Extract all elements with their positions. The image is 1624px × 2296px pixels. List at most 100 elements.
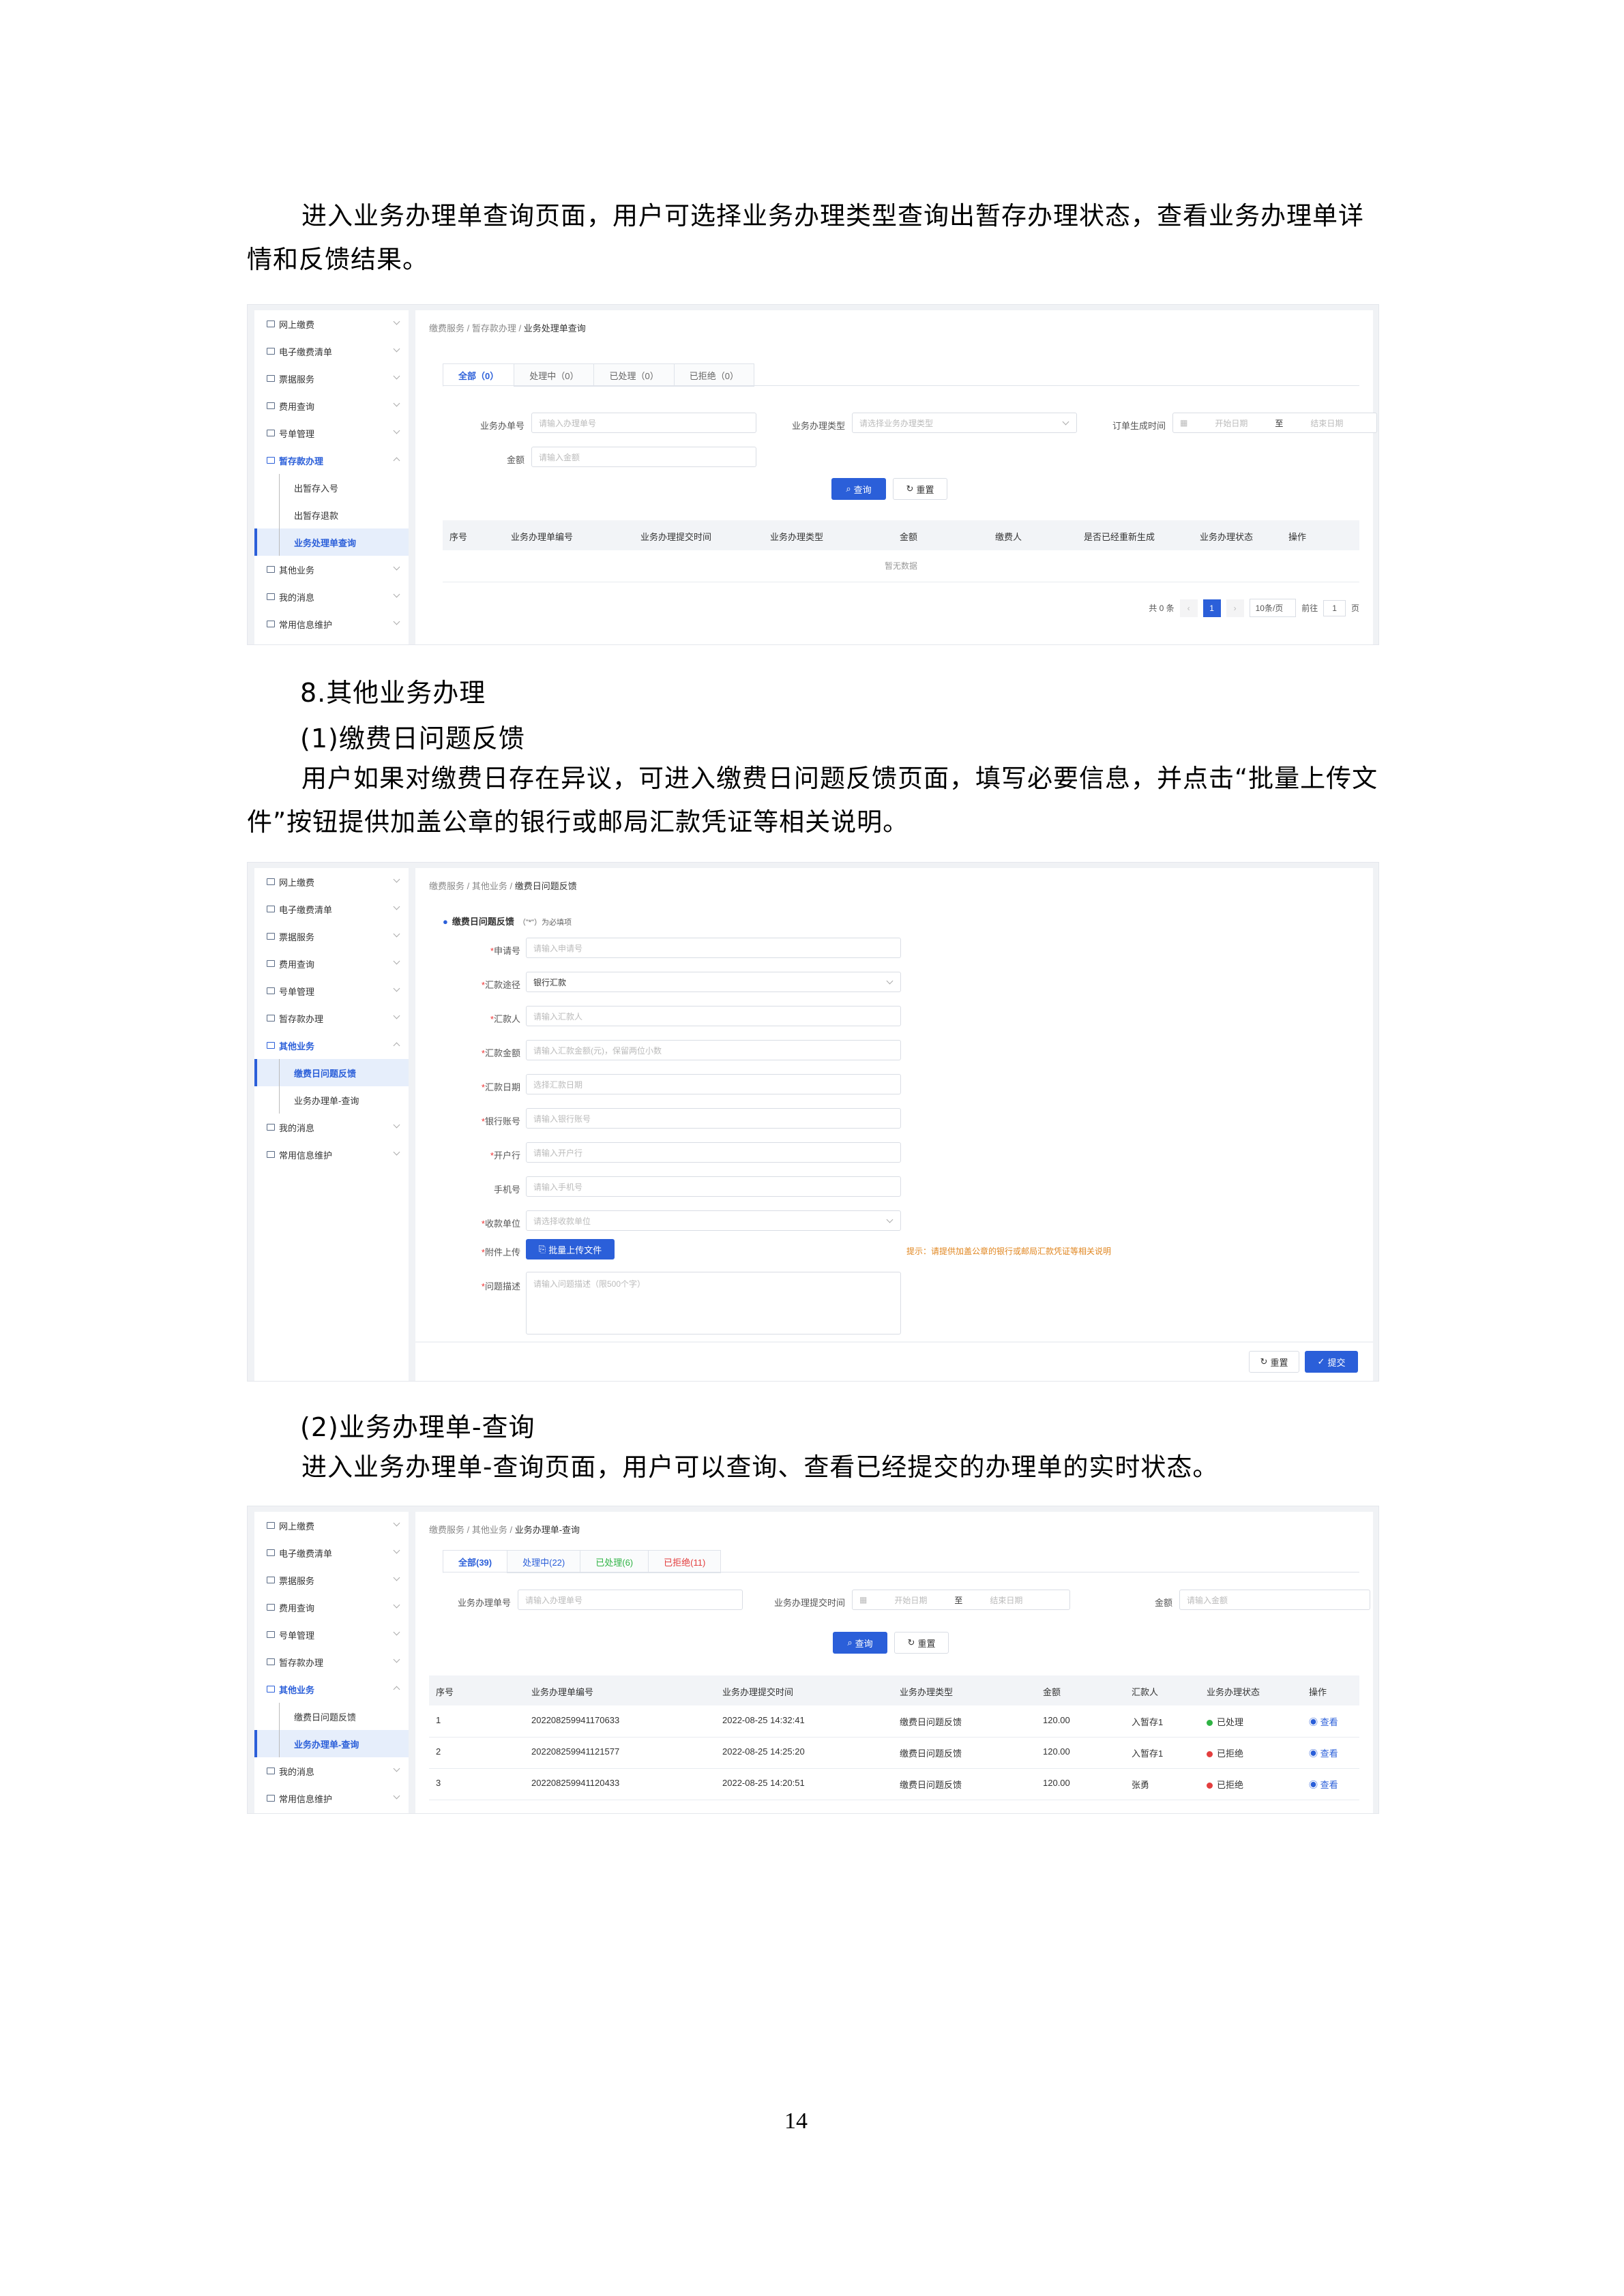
- status-tabs: 全部（0） 处理中（0） 已处理（0） 已拒绝（0）: [443, 363, 754, 387]
- view-link[interactable]: ◉ 查看: [1309, 1746, 1338, 1759]
- page-size-select[interactable]: 10条/页: [1249, 599, 1297, 617]
- amount-label: 金额: [1154, 1598, 1172, 1608]
- reset-button[interactable]: ↻ 重置: [893, 478, 947, 500]
- sidebar-item-account-mgmt[interactable]: 号单管理: [254, 419, 409, 447]
- submit-button[interactable]: ✓ 提交: [1305, 1351, 1358, 1373]
- chevron-down-icon: [393, 618, 400, 625]
- form-input[interactable]: 请输入汇款人: [526, 1006, 901, 1026]
- sidebar-item-common-info[interactable]: 常用信息维护: [254, 610, 409, 638]
- sidebar-item-fee-query[interactable]: 费用查询: [254, 392, 409, 419]
- order-no-input[interactable]: 请输入办理单号: [531, 413, 756, 433]
- table-cell: 1: [436, 1715, 441, 1725]
- chevron-down-icon: [393, 1574, 400, 1581]
- sidebar-item-e-bill[interactable]: 电子缴费清单: [254, 1539, 409, 1566]
- tab-rejected[interactable]: 已拒绝（0）: [673, 363, 754, 387]
- form-input[interactable]: 请输入手机号: [526, 1176, 901, 1197]
- query-button[interactable]: ⌕ 查询: [833, 1632, 887, 1654]
- sidebar-item-my-msg[interactable]: 我的消息: [254, 1114, 409, 1141]
- table-cell: 120.00: [1043, 1715, 1070, 1725]
- tab-processed[interactable]: 已处理（0）: [593, 363, 674, 387]
- sidebar-item-invoice[interactable]: 票据服务: [254, 923, 409, 950]
- sidebar-sub-item[interactable]: 缴费日问题反馈: [254, 1703, 409, 1730]
- breadcrumb: 缴费服务 / 其他业务 / 业务办理单-查询: [429, 1525, 580, 1535]
- tab-processing[interactable]: 处理中(22): [507, 1550, 580, 1573]
- date-range-input[interactable]: ▦ 开始日期至结束日期: [852, 1590, 1070, 1610]
- search-icon: ⌕: [846, 483, 851, 494]
- chevron-down-icon: [393, 1765, 400, 1772]
- sidebar-item-my-msg[interactable]: 我的消息: [254, 583, 409, 610]
- list-icon: [267, 1549, 275, 1556]
- sidebar-item-e-bill[interactable]: 电子缴费清单: [254, 895, 409, 923]
- sidebar-item-temp-pay[interactable]: 暂存款办理: [254, 1648, 409, 1675]
- form-input[interactable]: 请输入汇款金额(元)，保留两位小数: [526, 1040, 901, 1060]
- goto-input[interactable]: 1: [1323, 599, 1346, 616]
- upload-tip: 提示：请提供加盖公章的银行或邮局汇款凭证等相关说明: [906, 1247, 1112, 1256]
- form-label: *汇款途径: [481, 980, 520, 990]
- next-page-icon[interactable]: ›: [1226, 599, 1244, 617]
- chevron-down-icon: [886, 977, 894, 985]
- status-badge: 已拒绝: [1207, 1778, 1243, 1791]
- form-select[interactable]: 请选择收款单位: [526, 1210, 901, 1231]
- reset-button[interactable]: ↻ 重置: [894, 1632, 949, 1654]
- date-range-input[interactable]: ▦ 开始日期至结束日期: [1172, 413, 1377, 433]
- sidebar-item-my-msg[interactable]: 我的消息: [254, 1757, 409, 1785]
- form-select[interactable]: 银行汇款: [526, 972, 901, 992]
- page-button[interactable]: 1: [1202, 599, 1221, 617]
- sidebar-item-common-info[interactable]: 常用信息维护: [254, 1141, 409, 1168]
- tab-processing[interactable]: 处理中（0）: [514, 363, 594, 387]
- sidebar-sub-item-selected[interactable]: 缴费日问题反馈: [254, 1059, 409, 1086]
- chevron-down-icon: [393, 1148, 400, 1156]
- tab-processed[interactable]: 已处理(6): [580, 1550, 649, 1573]
- desc-textarea[interactable]: 请输入问题描述（限500个字）: [526, 1272, 901, 1335]
- sidebar-item-other-biz[interactable]: 其他业务: [254, 556, 409, 583]
- wallet-icon: [267, 1658, 275, 1665]
- sidebar-sub-item[interactable]: 业务办理单-查询: [254, 1086, 409, 1114]
- reset-button[interactable]: ↻ 重置: [1249, 1351, 1299, 1373]
- receipt-icon: [267, 933, 275, 940]
- sidebar-sub-item-selected[interactable]: 业务处理单查询: [254, 528, 409, 556]
- briefcase-icon: [267, 566, 275, 573]
- sidebar-item-invoice[interactable]: 票据服务: [254, 365, 409, 392]
- sidebar-sub-item[interactable]: 出暂存入号: [254, 474, 409, 501]
- card-icon: [267, 878, 275, 885]
- tab-all[interactable]: 全部（0）: [443, 363, 514, 387]
- sidebar-item-temp-pay[interactable]: 暂存款办理: [254, 1004, 409, 1032]
- form-label: *汇款金额: [481, 1048, 520, 1058]
- sidebar-sub-item[interactable]: 出暂存退款: [254, 501, 409, 528]
- sidebar-item-temp-pay[interactable]: 暂存款办理: [254, 447, 409, 474]
- prev-page-icon[interactable]: ‹: [1179, 599, 1198, 617]
- view-link[interactable]: ◉ 查看: [1309, 1778, 1338, 1791]
- form-input[interactable]: 请输入开户行: [526, 1142, 901, 1163]
- form-input[interactable]: 选择汇款日期: [526, 1074, 901, 1094]
- tab-rejected[interactable]: 已拒绝(11): [648, 1550, 722, 1573]
- form-input[interactable]: 请输入银行账号: [526, 1108, 901, 1129]
- type-select[interactable]: 请选择业务办理类型: [852, 413, 1077, 433]
- amount-input[interactable]: 请输入金额: [531, 447, 756, 467]
- sidebar-item-online-pay[interactable]: 网上缴费: [254, 868, 409, 895]
- tab-all[interactable]: 全部(39): [443, 1550, 507, 1573]
- main-panel: 缴费服务 / 其他业务 / 缴费日问题反馈 ● 缴费日问题反馈 （"*"）为必填项 …: [415, 868, 1373, 1341]
- sidebar-item-e-bill[interactable]: 电子缴费清单: [254, 338, 409, 365]
- status-dot-icon: [1207, 1783, 1213, 1789]
- table-cell: 202208259941121577: [531, 1746, 620, 1757]
- sidebar-item-invoice[interactable]: 票据服务: [254, 1566, 409, 1594]
- sidebar-item-common-info[interactable]: 常用信息维护: [254, 1785, 409, 1812]
- sidebar-item-other-biz[interactable]: 其他业务: [254, 1675, 409, 1703]
- section-title: 8.其他业务办理: [300, 678, 486, 708]
- form-input[interactable]: 请输入申请号: [526, 938, 901, 958]
- chevron-down-icon: [393, 903, 400, 910]
- sidebar-item-account-mgmt[interactable]: 号单管理: [254, 1621, 409, 1648]
- sidebar-item-account-mgmt[interactable]: 号单管理: [254, 977, 409, 1004]
- sidebar-item-fee-query[interactable]: 费用查询: [254, 950, 409, 977]
- sidebar-item-online-pay[interactable]: 网上缴费: [254, 310, 409, 338]
- view-link[interactable]: ◉ 查看: [1309, 1715, 1338, 1728]
- amount-input[interactable]: 请输入金额: [1179, 1590, 1370, 1610]
- list-icon: [267, 906, 275, 912]
- sidebar-item-other-biz[interactable]: 其他业务: [254, 1032, 409, 1059]
- batch-upload-button[interactable]: ⎘ 批量上传文件: [526, 1239, 615, 1259]
- sidebar-item-fee-query[interactable]: 费用查询: [254, 1594, 409, 1621]
- order-no-input[interactable]: 请输入办理单号: [518, 1590, 743, 1610]
- sidebar-sub-item-selected[interactable]: 业务办理单-查询: [254, 1730, 409, 1757]
- sidebar-item-online-pay[interactable]: 网上缴费: [254, 1512, 409, 1539]
- query-button[interactable]: ⌕ 查询: [831, 478, 886, 500]
